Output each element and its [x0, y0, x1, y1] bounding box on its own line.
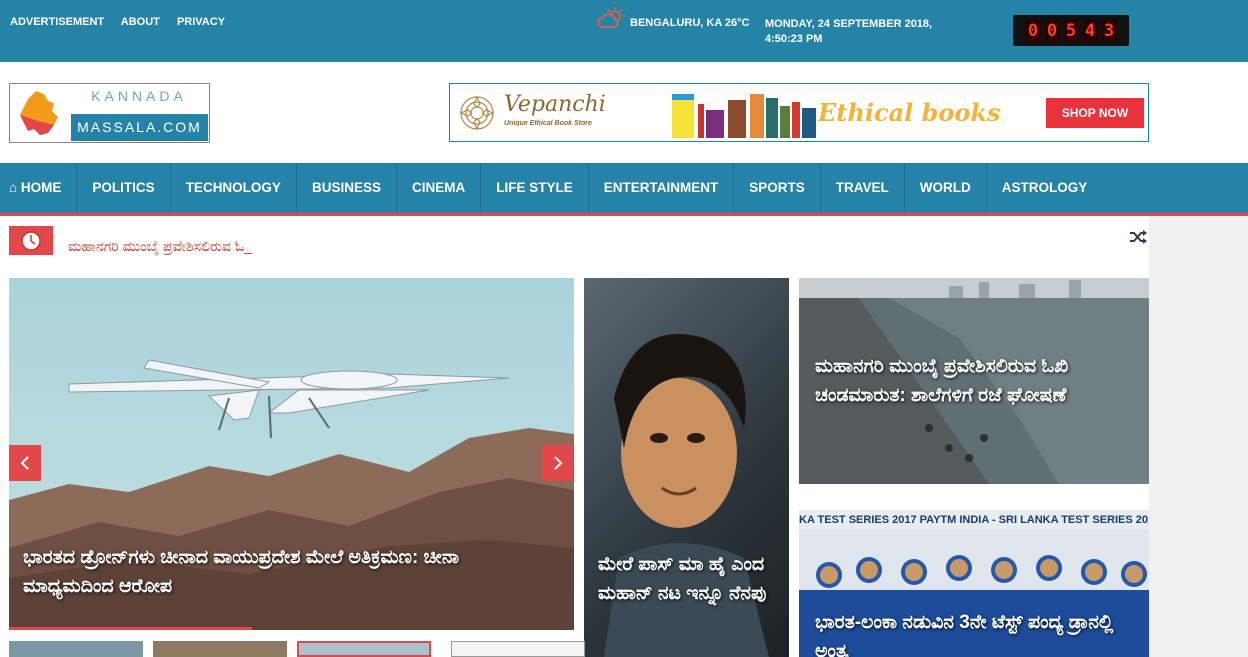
logo-line-2: MASSALA.COM	[71, 114, 208, 141]
nav-item-life-style[interactable]: LIFE STYLE	[481, 163, 589, 213]
counter-digit: 5	[1063, 19, 1079, 42]
shop-now-button[interactable]: SHOP NOW	[1046, 98, 1144, 128]
cloud-sun-icon	[597, 7, 625, 28]
mandala-icon	[459, 95, 495, 131]
home-icon: ⌂	[9, 180, 18, 195]
nav-item-astrology[interactable]: ASTROLOGY	[987, 163, 1103, 213]
privacy-link[interactable]: PRIVACY	[177, 16, 225, 28]
about-link[interactable]: ABOUT	[121, 16, 160, 28]
logo-line-1: KANNADA	[91, 88, 187, 104]
featured-slider[interactable]: ಭಾರತದ ಡ್ರೋನ್‌ಗಳು ಚೀನಾದ ವಾಯುಪ್ರದೇಶ ಮೇಲೆ ಅ…	[9, 278, 574, 630]
slider-prev-button[interactable]	[9, 445, 41, 481]
nav-item-politics[interactable]: POLITICS	[77, 163, 171, 213]
visitor-counter: 0 0 5 4 3	[1013, 15, 1129, 46]
slide-caption[interactable]: ಭಾರತದ ಡ್ರೋನ್‌ಗಳು ಚೀನಾದ ವಾಯುಪ್ರದೇಶ ಮೇಲೆ ಅ…	[23, 543, 543, 601]
chevron-left-icon	[20, 456, 29, 470]
breaking-news-ticker[interactable]: ಮಹಾನಗರಿ ಮುಂಬೈ ಪ್ರವೇಶಿಸಲಿರುವ ಓ_	[68, 238, 252, 255]
thumbnail[interactable]	[451, 641, 585, 657]
nav-item-cinema[interactable]: CINEMA	[397, 163, 482, 213]
thumbnail-active[interactable]	[297, 641, 431, 657]
thumbnail[interactable]	[153, 641, 287, 657]
card-caption[interactable]: ಮೇರೆ ಪಾಸ್ ಮಾ ಹೈ ಎಂದ ಮಹಾನ್ ನಟ ಇನ್ನೂ ನೆನಪು	[598, 550, 773, 608]
ad-banner[interactable]: Vepanchi Unique Ethical Book Store Ethic…	[449, 83, 1149, 142]
nav-item-business[interactable]: BUSINESS	[297, 163, 397, 213]
ad-headline: Ethical books	[818, 98, 1001, 127]
books-illustration	[672, 94, 816, 138]
featured-card-actor[interactable]: ಮೇರೆ ಪಾಸ್ ಮಾ ಹೈ ಎಂದ ಮಹಾನ್ ನಟ ಇನ್ನೂ ನೆನಪು	[584, 278, 789, 657]
counter-digit: 3	[1101, 19, 1117, 42]
date-time: MONDAY, 24 SEPTEMBER 2018, 4:50:23 PM	[765, 18, 933, 45]
card-caption[interactable]: ಭಾರತ-ಲಂಕಾ ನಡುವಿನ 3ನೇ ಟೆಸ್ಟ್ ಪಂದ್ಯ ಡ್ರಾನಲ…	[815, 608, 1135, 657]
shuffle-icon[interactable]	[1128, 229, 1148, 245]
counter-digit: 0	[1044, 19, 1060, 42]
featured-card-storm[interactable]: ಮಹಾನಗರಿ ಮುಂಬೈ ಪ್ರವೇಶಿಸಲಿರುವ ಓಖಿ ಚಂಡಮಾರುತ…	[799, 278, 1149, 484]
nav-item-home[interactable]: ⌂ HOME	[0, 163, 78, 213]
clock-icon	[21, 230, 41, 251]
nav-item-technology[interactable]: TECHNOLOGY	[171, 163, 297, 213]
weather-readout: BENGALURU, KA 26°C	[630, 17, 750, 29]
advertisement-link[interactable]: ADVERTISEMENT	[10, 16, 104, 28]
site-logo[interactable]: KANNADA MASSALA.COM	[9, 83, 210, 143]
counter-digit: 0	[1025, 19, 1041, 42]
featured-card-cricket[interactable]: KA TEST SERIES 2017 PAYTM INDIA - SRI LA…	[799, 510, 1149, 657]
karnataka-map-icon	[20, 91, 58, 135]
card-caption[interactable]: ಮಹಾನಗರಿ ಮುಂಬೈ ಪ್ರವೇಶಿಸಲಿರುವ ಓಖಿ ಚಂಡಮಾರುತ…	[815, 352, 1125, 410]
site-header: KANNADA MASSALA.COM Vepanchi Unique Ethi…	[0, 62, 1248, 163]
slider-next-button[interactable]	[542, 445, 574, 481]
top-links: ADVERTISEMENT ABOUT PRIVACY	[10, 16, 239, 28]
ad-brand: Vepanchi	[504, 92, 606, 117]
nav-item-travel[interactable]: TRAVEL	[821, 163, 905, 213]
nav-item-world[interactable]: WORLD	[905, 163, 987, 213]
top-bar: ADVERTISEMENT ABOUT PRIVACY BENGALURU, K…	[0, 0, 1248, 62]
counter-digit: 4	[1082, 19, 1098, 42]
nav-item-sports[interactable]: SPORTS	[734, 163, 821, 213]
slider-progress	[9, 627, 252, 630]
thumbnail[interactable]	[9, 641, 143, 657]
chevron-right-icon	[554, 456, 563, 470]
nav-item-entertainment[interactable]: ENTERTAINMENT	[589, 163, 735, 213]
ad-tagline: Unique Ethical Book Store	[504, 120, 592, 127]
main-nav: ⌂ HOME POLITICS TECHNOLOGY BUSINESS CINE…	[0, 163, 1248, 216]
ticker-clock-badge	[9, 226, 53, 255]
